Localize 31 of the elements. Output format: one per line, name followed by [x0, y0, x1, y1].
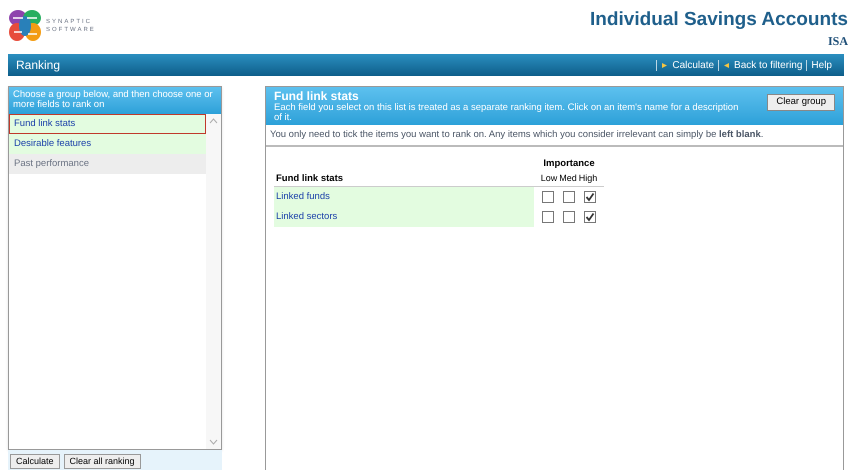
arrow-icon — [661, 62, 668, 68]
clear-group-button[interactable]: Clear group — [767, 94, 835, 111]
column-heading: Med — [559, 172, 577, 186]
action-button[interactable]: Clear all ranking — [64, 454, 141, 469]
column-heading: Fund link stats — [275, 172, 344, 186]
toolbar-title: Ranking — [16, 57, 60, 74]
importance-checkbox[interactable] — [563, 190, 575, 203]
importance-checkbox[interactable] — [584, 190, 596, 203]
importance-checkbox[interactable] — [542, 210, 554, 223]
column-group-heading: Importance — [542, 157, 596, 172]
brain-logo-icon — [8, 8, 42, 44]
arrow-icon — [723, 62, 730, 68]
column-heading: High — [578, 172, 598, 186]
group-item[interactable]: Fund link stats — [9, 114, 206, 134]
toolbar-link[interactable]: Help — [806, 60, 836, 70]
column-heading: Low — [540, 172, 558, 186]
panel-heading: Choose a group below, and then choose one or more fields to rank on — [9, 87, 221, 114]
panel-title: Fund link stats — [274, 89, 360, 103]
field-link[interactable]: Linked funds — [274, 186, 534, 207]
action-button[interactable]: Calculate — [10, 454, 60, 469]
panel-description: Each field you select on this list is treated as a separate ranking item. Click on an item's name for a description of it. — [274, 103, 740, 123]
importance-checkbox[interactable] — [563, 210, 575, 223]
group-item[interactable]: Desirable features — [9, 134, 206, 154]
page-title: Individual Savings Accounts — [590, 8, 848, 32]
importance-checkbox[interactable] — [584, 210, 596, 223]
page-subtitle: ISA — [828, 33, 848, 50]
importance-checkbox[interactable] — [542, 190, 554, 203]
toolbar-link[interactable]: Calculate — [656, 60, 718, 70]
hint-text: You only need to tick the items you want to rank on. Any items which you consider irrelevant can simply be left blank. — [266, 125, 843, 148]
toolbar-link[interactable]: Back to filtering — [718, 60, 806, 70]
field-link[interactable]: Linked sectors — [274, 206, 534, 227]
